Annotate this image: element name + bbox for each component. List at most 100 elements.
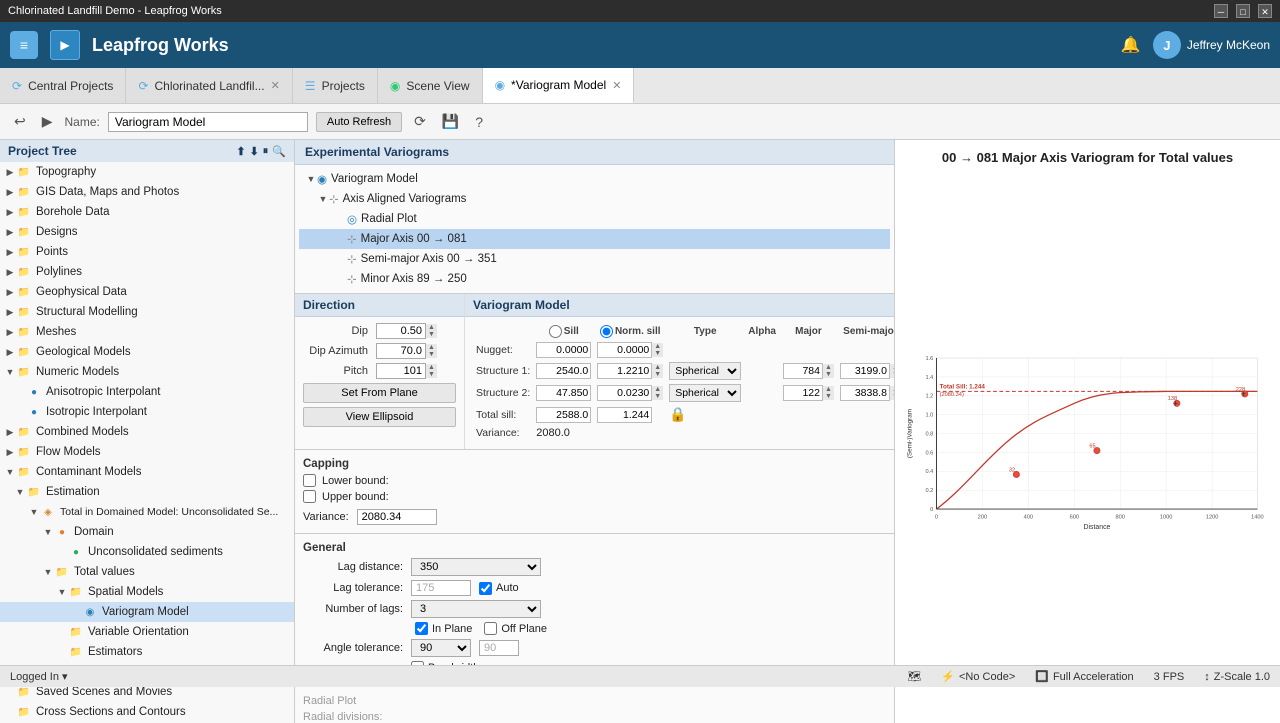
notification-button[interactable]: 🔔 bbox=[1121, 35, 1141, 55]
dip-az-up[interactable]: ▲ bbox=[426, 344, 437, 351]
s2-sill-input[interactable] bbox=[536, 385, 591, 401]
sidebar-item-estimation[interactable]: ▼ 📁 Estimation bbox=[0, 482, 294, 502]
sidebar-item-topography[interactable]: ▶ 📁 Topography bbox=[0, 162, 294, 182]
help-icon[interactable]: ? bbox=[471, 112, 487, 132]
close-button[interactable]: ✕ bbox=[1258, 4, 1272, 18]
play-button[interactable]: ▶ bbox=[50, 30, 80, 60]
sidebar-item-total-in-domain[interactable]: ▼ ◈ Total in Domained Model: Unconsolida… bbox=[0, 502, 294, 522]
sidebar-item-isotropic[interactable]: ● Isotropic Interpolant bbox=[0, 402, 294, 422]
lock-icon[interactable]: 🔒 bbox=[669, 406, 686, 422]
s1-sm-down[interactable]: ▼ bbox=[890, 371, 894, 378]
sidebar-item-spatial-models[interactable]: ▼ 📁 Spatial Models bbox=[0, 582, 294, 602]
dip-input[interactable] bbox=[376, 323, 426, 339]
s2-major-input[interactable] bbox=[783, 385, 823, 401]
auto-refresh-button[interactable]: Auto Refresh bbox=[316, 112, 402, 132]
dip-azimuth-input[interactable] bbox=[376, 343, 426, 359]
back-button[interactable]: ↩ bbox=[10, 111, 30, 132]
norm-sill-radio[interactable] bbox=[600, 325, 613, 338]
lower-bound-checkbox[interactable] bbox=[303, 474, 316, 487]
tab-variogram-model-close[interactable]: ✕ bbox=[612, 79, 621, 92]
sidebar-item-numeric[interactable]: ▼ 📁 Numeric Models bbox=[0, 362, 294, 382]
sidebar-item-structural[interactable]: ▶ 📁 Structural Modelling bbox=[0, 302, 294, 322]
view-ellipsoid-button[interactable]: View Ellipsoid bbox=[303, 407, 456, 427]
sidebar-item-cross-sections[interactable]: 📁 Cross Sections and Contours bbox=[0, 702, 294, 722]
angle-tolerance-input2[interactable] bbox=[479, 640, 519, 656]
pitch-input[interactable] bbox=[376, 363, 426, 379]
num-lags-select[interactable]: 3 bbox=[411, 600, 541, 618]
sidebar-item-domain[interactable]: ▼ ● Domain bbox=[0, 522, 294, 542]
sidebar-item-geological[interactable]: ▶ 📁 Geological Models bbox=[0, 342, 294, 362]
sidebar-pause-btn[interactable]: ⏸ bbox=[263, 145, 269, 158]
total-sill-norm-input[interactable] bbox=[597, 407, 652, 423]
sidebar-item-flow[interactable]: ▶ 📁 Flow Models bbox=[0, 442, 294, 462]
nugget-norm-sill-input[interactable] bbox=[597, 342, 652, 358]
s1-semi-major-input[interactable] bbox=[840, 363, 890, 379]
tab-chlorinated[interactable]: ⟳ Chlorinated Landfil... ✕ bbox=[126, 68, 292, 103]
angle-tolerance-select[interactable]: 90 bbox=[411, 639, 471, 657]
tab-chlorinated-close[interactable]: ✕ bbox=[271, 79, 280, 92]
sidebar-item-points[interactable]: ▶ 📁 Points bbox=[0, 242, 294, 262]
minimize-button[interactable]: ─ bbox=[1214, 4, 1228, 18]
sidebar-item-geophysical[interactable]: ▶ 📁 Geophysical Data bbox=[0, 282, 294, 302]
s2-semi-major-input[interactable] bbox=[840, 385, 890, 401]
logged-in-status[interactable]: Logged In ▾ bbox=[10, 670, 68, 683]
name-input[interactable] bbox=[108, 112, 308, 132]
dip-down[interactable]: ▼ bbox=[426, 331, 437, 338]
capping-variance-input[interactable] bbox=[357, 509, 437, 525]
sidebar-collapse-btn[interactable]: ⬇ bbox=[250, 145, 259, 158]
s2-maj-up[interactable]: ▲ bbox=[823, 386, 834, 393]
nug-ns-down[interactable]: ▼ bbox=[652, 350, 663, 357]
s1-major-input[interactable] bbox=[783, 363, 823, 379]
vt-minor-axis[interactable]: ⊹ Minor Axis 89 → 250 bbox=[299, 269, 890, 289]
s1-norm-sill-input[interactable] bbox=[597, 363, 652, 379]
s1-sill-input[interactable] bbox=[536, 363, 591, 379]
upper-bound-checkbox[interactable] bbox=[303, 490, 316, 503]
maximize-button[interactable]: □ bbox=[1236, 4, 1250, 18]
refresh-icon[interactable]: ⟳ bbox=[410, 111, 430, 132]
sidebar-item-combined[interactable]: ▶ 📁 Combined Models bbox=[0, 422, 294, 442]
forward-button[interactable]: ▶ bbox=[38, 111, 57, 132]
in-plane-checkbox[interactable] bbox=[415, 622, 428, 635]
off-plane-checkbox[interactable] bbox=[484, 622, 497, 635]
sidebar-item-polylines[interactable]: ▶ 📁 Polylines bbox=[0, 262, 294, 282]
vt-axis-aligned[interactable]: ▼ ⊹ Axis Aligned Variograms bbox=[299, 189, 890, 209]
pitch-up[interactable]: ▲ bbox=[426, 364, 437, 371]
s2-maj-down[interactable]: ▼ bbox=[823, 393, 834, 400]
s2-norm-sill-input[interactable] bbox=[597, 385, 652, 401]
save-icon[interactable]: 💾 bbox=[438, 111, 463, 132]
sidebar-item-anisotropic[interactable]: ● Anisotropic Interpolant bbox=[0, 382, 294, 402]
nug-ns-up[interactable]: ▲ bbox=[652, 343, 663, 350]
sidebar-item-unconsolidated[interactable]: ● Unconsolidated sediments bbox=[0, 542, 294, 562]
sidebar-item-designs[interactable]: ▶ 📁 Designs bbox=[0, 222, 294, 242]
sidebar-item-estimators[interactable]: 📁 Estimators bbox=[0, 642, 294, 662]
sidebar-item-gis-data[interactable]: ▶ 📁 GIS Data, Maps and Photos bbox=[0, 182, 294, 202]
s1-maj-down[interactable]: ▼ bbox=[823, 371, 834, 378]
tab-scene-view[interactable]: ◉ Scene View bbox=[378, 68, 483, 103]
sidebar-item-variogram-model[interactable]: ◉ Variogram Model bbox=[0, 602, 294, 622]
dip-az-down[interactable]: ▼ bbox=[426, 351, 437, 358]
vt-radial-plot[interactable]: ◎ Radial Plot bbox=[299, 209, 890, 229]
sidebar-item-variable-orientation[interactable]: 📁 Variable Orientation bbox=[0, 622, 294, 642]
sidebar-item-borehole[interactable]: ▶ 📁 Borehole Data bbox=[0, 202, 294, 222]
sill-radio[interactable] bbox=[549, 325, 562, 338]
s1-ns-down[interactable]: ▼ bbox=[652, 371, 663, 378]
s1-type-select[interactable]: Spherical Exponential Gaussian bbox=[669, 362, 741, 380]
s2-sm-up[interactable]: ▲ bbox=[890, 386, 894, 393]
auto-checkbox[interactable] bbox=[479, 582, 492, 595]
lag-distance-select[interactable]: 350 bbox=[411, 558, 541, 576]
norm-sill-radio-label[interactable]: Norm. sill bbox=[600, 325, 661, 338]
sidebar-item-total-values[interactable]: ▼ 📁 Total values bbox=[0, 562, 294, 582]
sidebar-expand-btn[interactable]: ⬆ bbox=[236, 145, 245, 158]
set-from-plane-button[interactable]: Set From Plane bbox=[303, 383, 456, 403]
total-sill-input[interactable] bbox=[536, 407, 591, 423]
s2-type-select[interactable]: Spherical Exponential Gaussian bbox=[669, 384, 741, 402]
dip-up[interactable]: ▲ bbox=[426, 324, 437, 331]
vt-semi-major[interactable]: ⊹ Semi-major Axis 00 → 351 bbox=[299, 249, 890, 269]
vt-variogram-model[interactable]: ▼ ◉ Variogram Model bbox=[299, 169, 890, 189]
s1-ns-up[interactable]: ▲ bbox=[652, 364, 663, 371]
sill-radio-label[interactable]: Sill bbox=[549, 325, 579, 338]
s1-sm-up[interactable]: ▲ bbox=[890, 364, 894, 371]
s2-ns-up[interactable]: ▲ bbox=[652, 386, 663, 393]
s2-sm-down[interactable]: ▼ bbox=[890, 393, 894, 400]
pitch-down[interactable]: ▼ bbox=[426, 371, 437, 378]
